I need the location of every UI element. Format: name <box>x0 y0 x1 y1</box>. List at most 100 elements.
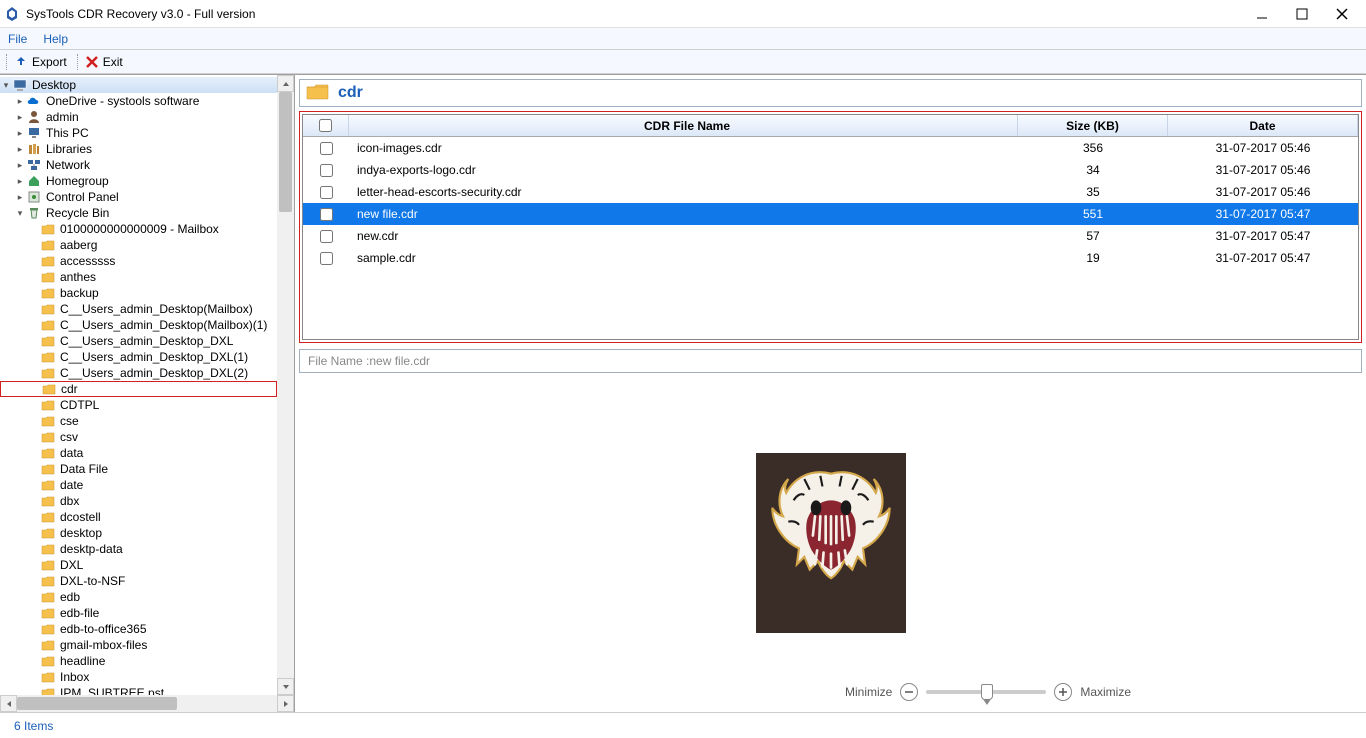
tree-item-label: Recycle Bin <box>46 206 109 220</box>
tree-expander-icon[interactable]: ▸ <box>14 128 26 139</box>
tree-item-pc[interactable]: ▸ This PC <box>0 125 277 141</box>
tree-folder[interactable]: cse <box>0 413 277 429</box>
tree-expander-icon[interactable]: ▸ <box>14 160 26 171</box>
tree-folder[interactable]: DXL <box>0 557 277 573</box>
tree-expander-icon[interactable]: ▸ <box>14 112 26 123</box>
tree-folder[interactable]: cdr <box>0 381 277 397</box>
file-row-checkbox[interactable] <box>320 252 333 265</box>
tree-item-control[interactable]: ▸Control Panel <box>0 189 277 205</box>
tree-folder[interactable]: gmail-mbox-files <box>0 637 277 653</box>
tree-folder[interactable]: headline <box>0 653 277 669</box>
header-date[interactable]: Date <box>1168 115 1358 136</box>
tree-item-label: This PC <box>46 126 89 140</box>
tree-item-recycle-bin[interactable]: ▾ Recycle Bin <box>0 205 277 221</box>
tree-folder[interactable]: dbx <box>0 493 277 509</box>
minimize-button[interactable] <box>1242 2 1282 26</box>
window-title: SysTools CDR Recovery v3.0 - Full versio… <box>26 7 1242 21</box>
tree-folder[interactable]: anthes <box>0 269 277 285</box>
select-all-checkbox[interactable] <box>319 119 332 132</box>
file-row-checkbox[interactable] <box>320 230 333 243</box>
tree-folder[interactable]: dcostell <box>0 509 277 525</box>
tree-folder[interactable]: edb-file <box>0 605 277 621</box>
tree-folder[interactable]: desktp-data <box>0 541 277 557</box>
file-row-checkbox[interactable] <box>320 142 333 155</box>
menu-file[interactable]: File <box>8 32 27 46</box>
zoom-in-button[interactable] <box>1054 683 1072 701</box>
file-name-cell: icon-images.cdr <box>349 141 1018 155</box>
file-row[interactable]: icon-images.cdr35631-07-2017 05:46 <box>303 137 1358 159</box>
tree-folder[interactable]: 0100000000000009 - Mailbox <box>0 221 277 237</box>
file-row-checkbox[interactable] <box>320 186 333 199</box>
tree-folder[interactable]: date <box>0 477 277 493</box>
header-name[interactable]: CDR File Name <box>349 115 1018 136</box>
tree-expander-icon[interactable]: ▸ <box>14 96 26 107</box>
tree-folder[interactable]: backup <box>0 285 277 301</box>
scroll-down-button[interactable] <box>277 678 294 695</box>
tree-folder[interactable]: edb <box>0 589 277 605</box>
header-checkbox-column[interactable] <box>303 115 349 136</box>
scroll-thumb[interactable] <box>279 92 292 212</box>
zoom-slider-track[interactable] <box>926 690 1046 694</box>
breadcrumb-path: cdr <box>338 84 363 102</box>
tree-folder[interactable]: accesssss <box>0 253 277 269</box>
tree-folder[interactable]: csv <box>0 429 277 445</box>
tree-folder[interactable]: CDTPL <box>0 397 277 413</box>
file-row-checkbox[interactable] <box>320 164 333 177</box>
maximize-button[interactable] <box>1282 2 1322 26</box>
file-row[interactable]: indya-exports-logo.cdr3431-07-2017 05:46 <box>303 159 1358 181</box>
folder-icon <box>40 333 56 349</box>
zoom-out-button[interactable] <box>900 683 918 701</box>
tree-item-label: backup <box>60 286 99 300</box>
file-row[interactable]: sample.cdr1931-07-2017 05:47 <box>303 247 1358 269</box>
scroll-right-button[interactable] <box>277 695 294 712</box>
tree-folder[interactable]: C__Users_admin_Desktop(Mailbox) <box>0 301 277 317</box>
tree-horizontal-scrollbar[interactable] <box>0 695 294 712</box>
folder-icon <box>40 461 56 477</box>
tree-vertical-scrollbar[interactable] <box>277 75 294 695</box>
close-button[interactable] <box>1322 2 1362 26</box>
tree-folder[interactable]: C__Users_admin_Desktop_DXL(1) <box>0 349 277 365</box>
file-row[interactable]: new file.cdr55131-07-2017 05:47 <box>303 203 1358 225</box>
tree-folder[interactable]: Inbox <box>0 669 277 685</box>
tree-expander-icon[interactable]: ▾ <box>0 80 12 91</box>
tree-item-label: C__Users_admin_Desktop_DXL <box>60 334 233 348</box>
exit-button[interactable]: Exit <box>85 55 123 69</box>
file-size-cell: 35 <box>1018 185 1168 199</box>
tree-item-home[interactable]: ▸Homegroup <box>0 173 277 189</box>
pc-icon <box>26 125 42 141</box>
tree-item-lib[interactable]: ▸Libraries <box>0 141 277 157</box>
recycle-bin-icon <box>26 205 42 221</box>
tree-folder[interactable]: C__Users_admin_Desktop(Mailbox)(1) <box>0 317 277 333</box>
tree-root-desktop[interactable]: ▾Desktop <box>0 77 277 93</box>
scroll-thumb[interactable] <box>17 697 177 710</box>
menubar: File Help <box>0 28 1366 50</box>
tree-item-user[interactable]: ▸admin <box>0 109 277 125</box>
tree-item-net[interactable]: ▸Network <box>0 157 277 173</box>
file-row[interactable]: letter-head-escorts-security.cdr3531-07-… <box>303 181 1358 203</box>
tree-expander-icon[interactable]: ▸ <box>14 144 26 155</box>
file-row[interactable]: new.cdr5731-07-2017 05:47 <box>303 225 1358 247</box>
header-size[interactable]: Size (KB) <box>1018 115 1168 136</box>
tree-folder[interactable]: C__Users_admin_Desktop_DXL(2) <box>0 365 277 381</box>
menu-help[interactable]: Help <box>43 32 68 46</box>
tree-folder[interactable]: edb-to-office365 <box>0 621 277 637</box>
folder-icon <box>40 589 56 605</box>
tree-folder[interactable]: desktop <box>0 525 277 541</box>
tree-folder[interactable]: aaberg <box>0 237 277 253</box>
zoom-slider-thumb[interactable] <box>981 684 993 700</box>
file-row-checkbox[interactable] <box>320 208 333 221</box>
tree-folder[interactable]: data <box>0 445 277 461</box>
tree-folder[interactable]: IPM_SUBTREE.pst <box>0 685 277 695</box>
file-date-cell: 31-07-2017 05:46 <box>1168 185 1358 199</box>
tree-folder[interactable]: Data File <box>0 461 277 477</box>
scroll-up-button[interactable] <box>277 75 294 92</box>
file-size-cell: 19 <box>1018 251 1168 265</box>
export-button[interactable]: Export <box>14 55 67 69</box>
tree-expander-icon[interactable]: ▸ <box>14 192 26 203</box>
tree-expander-icon[interactable]: ▸ <box>14 176 26 187</box>
tree-folder[interactable]: DXL-to-NSF <box>0 573 277 589</box>
tree-item-cloud[interactable]: ▸OneDrive - systools software <box>0 93 277 109</box>
scroll-left-button[interactable] <box>0 695 17 712</box>
tree-expander-icon[interactable]: ▾ <box>14 208 26 219</box>
tree-folder[interactable]: C__Users_admin_Desktop_DXL <box>0 333 277 349</box>
